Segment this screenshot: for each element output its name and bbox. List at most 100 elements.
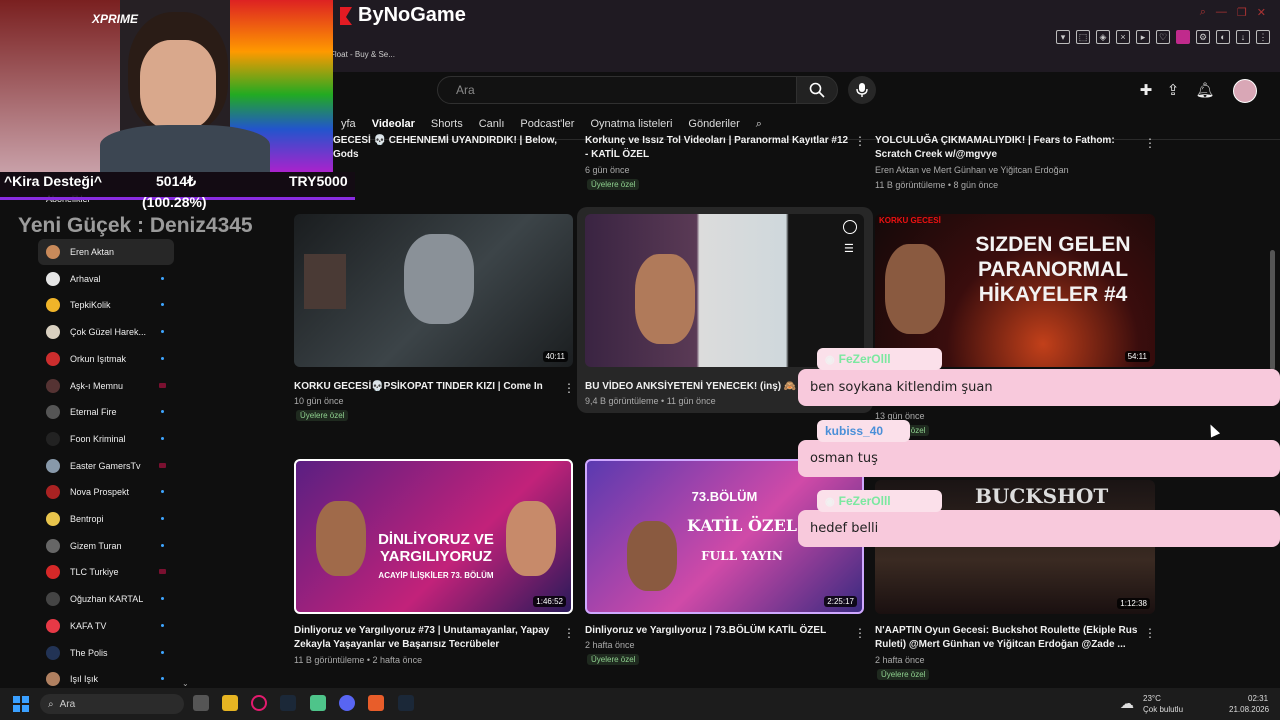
tab-home[interactable]: yfa: [333, 116, 364, 132]
restore-icon[interactable]: ❐: [1237, 6, 1247, 19]
sidebar-item-label: Gizem Turan: [70, 540, 122, 551]
pin-icon[interactable]: ▾: [1056, 30, 1070, 44]
more-icon[interactable]: ⋮: [1144, 626, 1156, 640]
search-button[interactable]: [796, 76, 838, 104]
thumbnail-figure: [506, 501, 556, 576]
avatar[interactable]: [1233, 79, 1257, 103]
windows-start-icon[interactable]: [13, 696, 29, 712]
chevron-down-icon[interactable]: ⌄: [182, 679, 189, 688]
page-scrollbar[interactable]: [1270, 250, 1275, 370]
video-title[interactable]: Dinliyoruz ve Yargılıyoruz | 73.BÖLÜM KA…: [585, 624, 850, 638]
channel-avatar: [46, 431, 60, 446]
watch-later-icon[interactable]: [843, 220, 857, 234]
channel-search-icon[interactable]: ⌕: [748, 116, 770, 132]
thumbnail-figure: [404, 234, 474, 324]
more-icon[interactable]: ⋮: [563, 626, 575, 640]
thumbnail-subtext: ACAYİP İLİŞKİLER 73. BÖLÜM: [378, 571, 494, 580]
discord-icon[interactable]: [339, 695, 355, 711]
video-title[interactable]: GECESİ 💀 CEHENNEMİ UYANDIRDIK! | Below, G…: [333, 134, 573, 162]
bell-icon[interactable]: 🔔︎: [1195, 80, 1215, 100]
sidebar-item[interactable]: Orkun Işıtmak: [38, 346, 174, 372]
tab-podcasts[interactable]: Podcast'ler: [512, 116, 582, 132]
sidebar-item[interactable]: The Polis: [38, 640, 174, 666]
video-thumbnail[interactable]: ☰: [585, 214, 864, 367]
video-duration: 54:11: [1124, 351, 1150, 362]
play-icon[interactable]: ▸: [1136, 30, 1150, 44]
sidebar-item[interactable]: TLC Turkiye: [38, 559, 174, 585]
video-title[interactable]: Dinliyoruz ve Yargılıyoruz #73 | Unutama…: [294, 624, 559, 652]
close-icon[interactable]: ✕: [1257, 6, 1266, 19]
upload-icon[interactable]: ⇪: [1163, 80, 1183, 100]
sidebar-item-label: Eternal Fire: [70, 407, 117, 418]
thumbnail-figure: [635, 254, 695, 344]
video-title[interactable]: BU VİDEO ANKSİYETENİ YENECEK! (inş) 🙈: [585, 380, 797, 394]
clock-time[interactable]: 02:31: [1248, 694, 1268, 703]
new-content-dot: [161, 303, 164, 307]
thumbnail-text: SIZDEN GELEN PARANORMAL HİKAYELER #4: [975, 233, 1131, 306]
weather-temp: 23°C: [1143, 694, 1161, 703]
sidebar-item[interactable]: Oğuzhan KARTAL: [38, 586, 174, 612]
brave-icon[interactable]: [368, 695, 384, 711]
sidebar-item[interactable]: Easter GamersTv: [38, 453, 174, 479]
search-input[interactable]: Ara: [437, 76, 797, 104]
sidebar-item[interactable]: Foon Kriminal: [38, 426, 174, 452]
file-explorer-icon[interactable]: [222, 695, 238, 711]
steam-icon[interactable]: [280, 695, 296, 711]
video-title[interactable]: N'AAPTIN Oyun Gecesi: Buckshot Roulette …: [875, 624, 1145, 652]
weather-icon[interactable]: ☁: [1120, 695, 1134, 712]
sidebar-item[interactable]: Çok Güzel Harek...: [38, 319, 174, 345]
steam-icon[interactable]: [398, 695, 414, 711]
thumbnail-small-text: KORKU GECESİ: [879, 216, 941, 225]
add-to-queue-icon[interactable]: ☰: [844, 242, 854, 255]
heart-icon[interactable]: ♡: [1156, 30, 1170, 44]
sidebar-item[interactable]: Eternal Fire: [38, 399, 174, 425]
puzzle-icon[interactable]: ⚙: [1196, 30, 1210, 44]
voice-search-button[interactable]: [848, 76, 876, 104]
browser-tab-title[interactable]: Float - Buy & Se...: [330, 50, 395, 59]
app-icon[interactable]: [310, 695, 326, 711]
video-title[interactable]: KORKU GECESİ💀PSİKOPAT TINDER KIZI | Come…: [294, 380, 559, 394]
create-icon[interactable]: ✚: [1136, 80, 1156, 100]
sidebar-item[interactable]: Arhaval: [38, 266, 174, 292]
menu-icon[interactable]: ⋮: [1256, 30, 1270, 44]
channel-tabs: yfa Videolar Shorts Canlı Podcast'ler Oy…: [333, 116, 770, 132]
extension-icon[interactable]: [1176, 30, 1190, 44]
extension-toolbar: ▾ ⬚ ◈ × ▸ ♡ ⚙ ◐ ↓ ⋮: [1056, 30, 1270, 44]
sidebar-item[interactable]: Bentropi: [38, 506, 174, 532]
video-title[interactable]: YOLCULUĞA ÇIKMAMALIYDIK! | Fears to Fath…: [875, 134, 1147, 162]
sidebar-item[interactable]: KAFA TV: [38, 613, 174, 639]
minimize-icon[interactable]: —: [1216, 6, 1227, 19]
more-icon[interactable]: ⋮: [563, 381, 575, 395]
more-icon[interactable]: ⋮: [854, 626, 866, 640]
sidebar-item[interactable]: Nova Prospekt: [38, 479, 174, 505]
window-controls[interactable]: ⌕ — ❐ ✕: [1200, 6, 1266, 19]
video-thumbnail[interactable]: 40:11: [294, 214, 573, 367]
video-duration: 2:25:17: [824, 596, 857, 607]
browser-icon[interactable]: [251, 695, 267, 711]
sidebar-item[interactable]: Eren Aktan: [38, 239, 174, 265]
tab-shorts[interactable]: Shorts: [423, 116, 471, 132]
tab-posts[interactable]: Gönderiler: [680, 116, 747, 132]
video-thumbnail[interactable]: DİNLİYORUZ VE YARGILIYORUZ ACAYİP İLİŞKİ…: [294, 459, 573, 614]
sidebar-item[interactable]: Aşk-ı Memnu: [38, 373, 174, 399]
close-tab-icon[interactable]: ×: [1116, 30, 1130, 44]
tab-playlists[interactable]: Oynatma listeleri: [582, 116, 680, 132]
more-icon[interactable]: ⋮: [1144, 136, 1156, 150]
tab-live[interactable]: Canlı: [471, 116, 513, 132]
video-title[interactable]: Korkunç ve Issız Tol Videoları | Paranor…: [585, 134, 853, 162]
task-view-icon[interactable]: [193, 695, 209, 711]
clock-date[interactable]: 21.08.2026: [1229, 705, 1269, 714]
download-icon[interactable]: ↓: [1236, 30, 1250, 44]
more-icon[interactable]: ⋮: [854, 134, 866, 148]
video-thumbnail[interactable]: KORKU GECESİ SIZDEN GELEN PARANORMAL HİK…: [875, 214, 1155, 367]
sidebar-item[interactable]: TepkiKolik: [38, 292, 174, 318]
shield-icon[interactable]: ◈: [1096, 30, 1110, 44]
search-icon[interactable]: ⌕: [1200, 6, 1206, 19]
new-content-dot: [161, 490, 164, 494]
tab-videos[interactable]: Videolar: [364, 116, 423, 132]
taskbar-search-input[interactable]: ⌕ Ara: [40, 694, 184, 714]
profile-icon[interactable]: ◐: [1216, 30, 1230, 44]
screenshot-icon[interactable]: ⬚: [1076, 30, 1090, 44]
sidebar-item-label: Orkun Işıtmak: [70, 353, 127, 364]
sidebar-item[interactable]: Gizem Turan: [38, 533, 174, 559]
